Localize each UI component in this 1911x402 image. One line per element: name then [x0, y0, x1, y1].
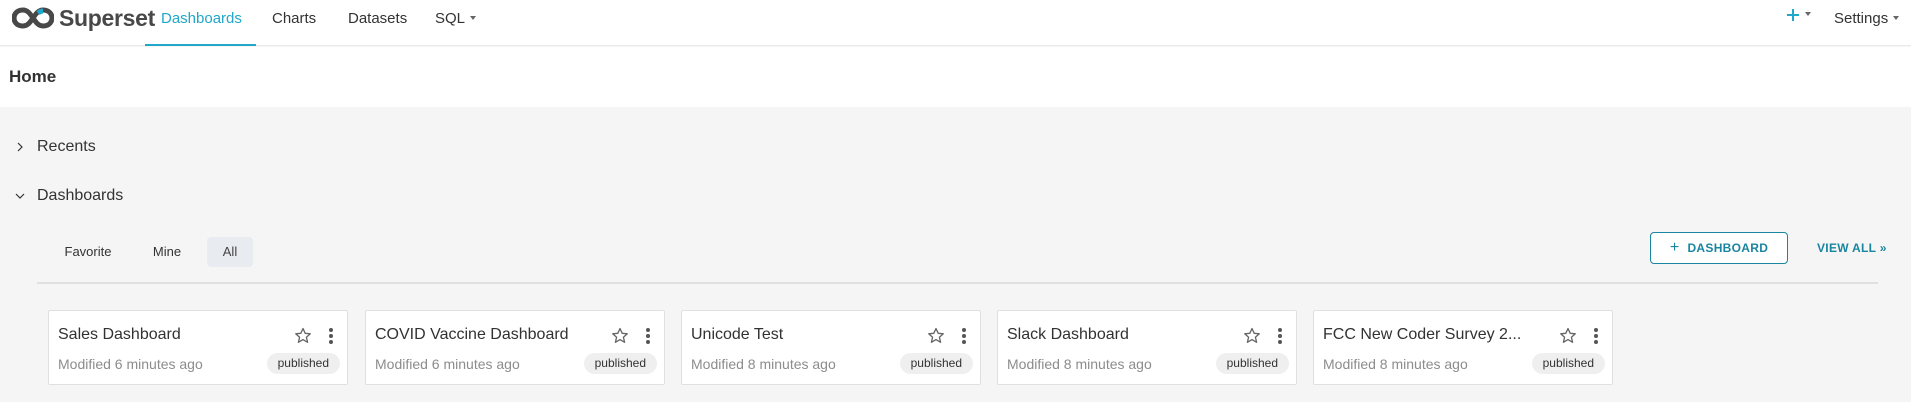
status-badge: published	[899, 353, 973, 374]
status-badge: published	[1215, 353, 1289, 374]
star-icon[interactable]	[926, 326, 946, 346]
chevron-down-icon	[1893, 16, 1900, 21]
card-modified-time: Modified 6 minutes ago	[375, 356, 520, 372]
card-title[interactable]: Unicode Test	[691, 325, 916, 345]
new-item-menu[interactable]	[1786, 8, 1811, 22]
page-title: Home	[9, 67, 57, 86]
star-icon[interactable]	[610, 326, 630, 346]
more-options-icon[interactable]	[960, 325, 968, 347]
status-badge: published	[583, 353, 657, 374]
add-dashboard-button[interactable]: + DASHBOARD	[1650, 232, 1788, 264]
card-title[interactable]: Slack Dashboard	[1007, 325, 1232, 345]
nav-active-indicator	[145, 44, 256, 46]
infinity-logo-icon	[12, 7, 54, 29]
dashboards-panel-header[interactable]: Dashboards	[0, 184, 200, 208]
settings-label: Settings	[1834, 10, 1889, 27]
add-dashboard-label: DASHBOARD	[1687, 241, 1769, 255]
card-modified-time: Modified 6 minutes ago	[58, 356, 203, 372]
chevron-down-icon	[15, 193, 25, 199]
chevron-right-icon	[17, 142, 23, 152]
more-options-icon[interactable]	[1592, 325, 1600, 347]
nav-sql-label: SQL	[435, 10, 466, 27]
dashboard-card[interactable]: Sales Dashboard Modified 6 minutes ago p…	[48, 310, 348, 385]
settings-menu[interactable]: Settings	[1834, 10, 1900, 28]
dashboard-card[interactable]: Unicode Test Modified 8 minutes ago publ…	[681, 310, 981, 385]
star-icon[interactable]	[1242, 326, 1262, 346]
card-modified-time: Modified 8 minutes ago	[1323, 356, 1468, 372]
dashboard-card[interactable]: FCC New Coder Survey 2... Modified 8 min…	[1313, 310, 1613, 385]
recents-panel-header[interactable]: Recents	[0, 135, 200, 159]
nav-charts[interactable]: Charts	[272, 10, 316, 28]
plus-icon	[1787, 9, 1799, 21]
more-options-icon[interactable]	[327, 325, 335, 347]
more-options-icon[interactable]	[1276, 325, 1284, 347]
card-title[interactable]: Sales Dashboard	[58, 325, 283, 345]
nav-sql[interactable]: SQL	[435, 10, 477, 28]
card-title[interactable]: FCC New Coder Survey 2...	[1323, 325, 1548, 345]
plus-icon: +	[1669, 239, 1680, 256]
view-all-link[interactable]: VIEW ALL »	[1817, 241, 1887, 255]
more-options-icon[interactable]	[644, 325, 652, 347]
star-icon[interactable]	[293, 326, 313, 346]
status-badge: published	[266, 353, 340, 374]
status-badge: published	[1531, 353, 1605, 374]
dashboard-card[interactable]: Slack Dashboard Modified 8 minutes ago p…	[997, 310, 1297, 385]
card-modified-time: Modified 8 minutes ago	[691, 356, 836, 372]
dashboard-card[interactable]: COVID Vaccine Dashboard Modified 6 minut…	[365, 310, 665, 385]
chevron-down-icon	[470, 16, 477, 21]
section-divider	[37, 282, 1878, 284]
filter-favorite[interactable]: Favorite	[56, 237, 120, 267]
recents-label: Recents	[37, 138, 96, 155]
filter-mine[interactable]: Mine	[143, 237, 191, 267]
card-title[interactable]: COVID Vaccine Dashboard	[375, 325, 600, 345]
brand-name: Superset	[59, 4, 156, 31]
superset-logo[interactable]: Superset	[12, 5, 155, 31]
page-header: Home	[0, 47, 1911, 107]
top-navbar: Superset Dashboards Charts Datasets SQL …	[0, 0, 1911, 46]
filter-all[interactable]: All	[207, 237, 253, 267]
nav-datasets[interactable]: Datasets	[348, 10, 407, 28]
card-modified-time: Modified 8 minutes ago	[1007, 356, 1152, 372]
dashboards-label: Dashboards	[37, 187, 124, 204]
star-icon[interactable]	[1558, 326, 1578, 346]
chevron-down-icon	[1805, 12, 1811, 16]
nav-dashboards[interactable]: Dashboards	[161, 10, 242, 28]
